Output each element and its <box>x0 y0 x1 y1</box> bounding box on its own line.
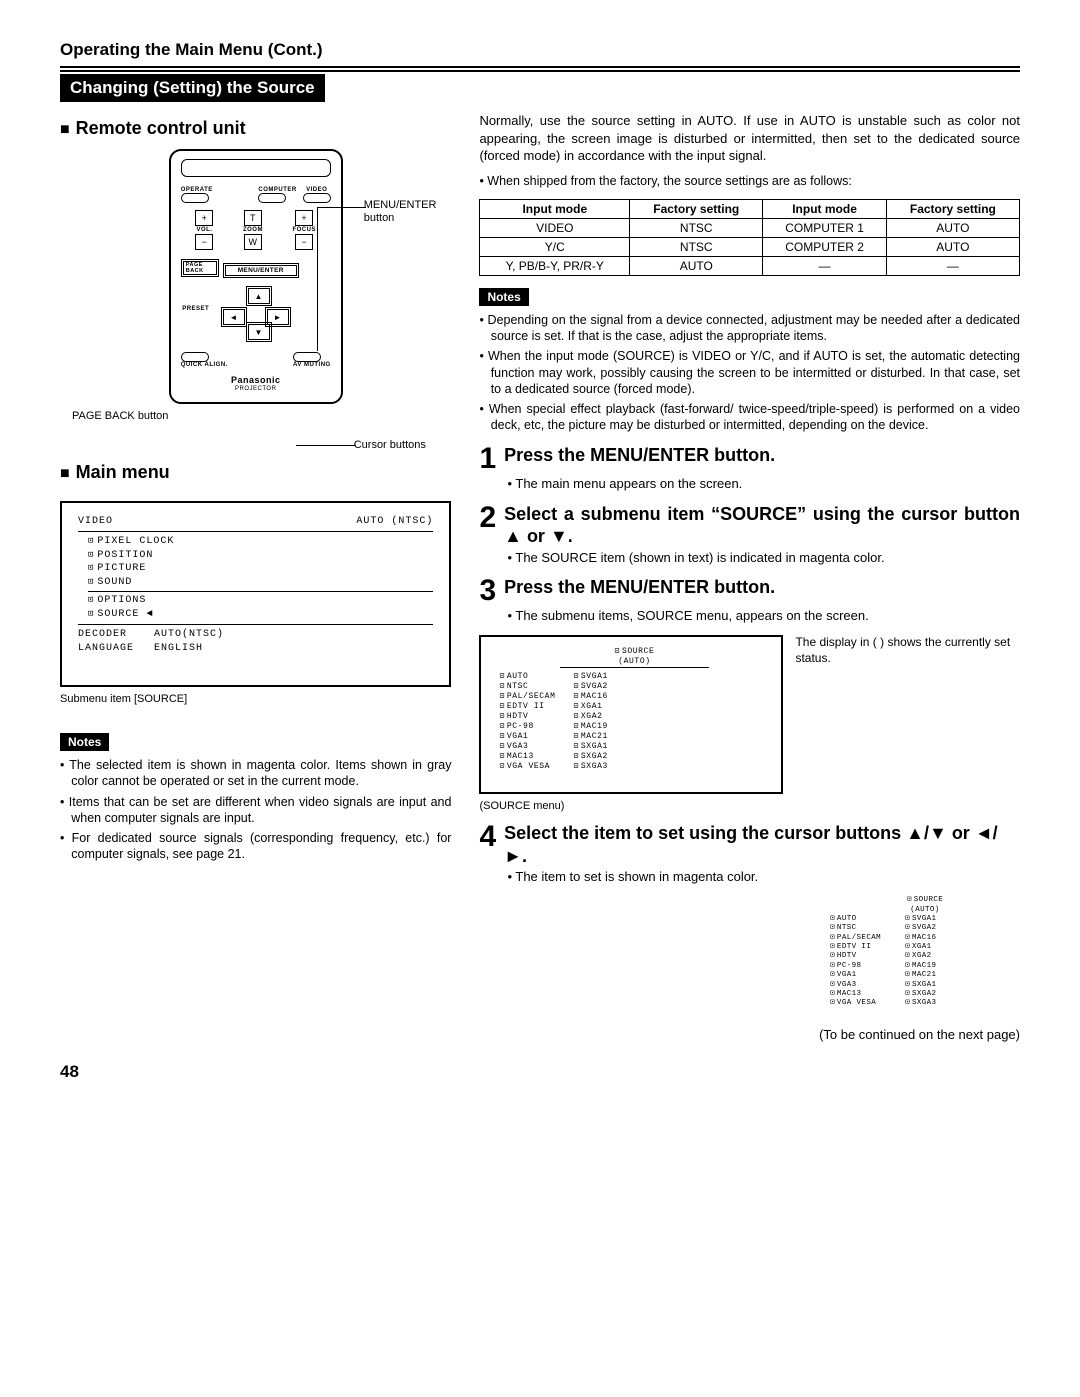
menu-enter-button: MENU/ENTER <box>223 263 299 278</box>
note-item: When special effect playback (fast-forwa… <box>479 401 1020 434</box>
label-video: VIDEO <box>303 187 331 193</box>
label-zoom: ZOOM <box>243 227 263 233</box>
remote-model: PROJECTOR <box>181 386 331 392</box>
label-computer: COMPUTER <box>258 187 296 193</box>
table-header: Factory setting <box>630 199 763 218</box>
page-number: 48 <box>60 1062 1020 1082</box>
menu-item: PICTURE <box>88 562 433 576</box>
notes-list-left: The selected item is shown in magenta co… <box>60 757 451 863</box>
menu-decoder-label: DECODER <box>78 628 134 642</box>
menu-item-source: SOURCE <box>88 608 433 622</box>
page-header: Operating the Main Menu (Cont.) <box>60 40 1020 60</box>
menu-video-label: VIDEO <box>78 515 113 529</box>
step-1: 1 Press the MENU/ENTER button. <box>479 444 1020 474</box>
label-quick-align: QUICK ALIGN. <box>181 362 228 369</box>
callout-cursor: Cursor buttons <box>354 439 454 451</box>
menu-caption: Submenu item [SOURCE] <box>60 693 451 705</box>
menu-language-label: LANGUAGE <box>78 642 134 656</box>
step-title: Press the MENU/ENTER button. <box>504 576 775 606</box>
operate-button <box>181 193 209 203</box>
remote-control-heading: Remote control unit <box>60 118 451 139</box>
step-number: 4 <box>479 822 496 867</box>
step-4: 4 Select the item to set using the curso… <box>479 822 1020 867</box>
note-item: For dedicated source signals (correspond… <box>60 830 451 863</box>
cursor-up: ▲ <box>246 286 272 306</box>
source-col-1: AUTONTSCPAL/SECAMEDTV IIHDTVPC-98VGA1VGA… <box>499 672 555 772</box>
source-col-2: SVGA1SVGA2MAC16XGA1XGA2MAC19MAC21SXGA1SX… <box>573 672 607 772</box>
header-rule <box>60 66 1020 72</box>
source-mini-screen: SOURCE (AUTO) AUTONTSCPAL/SECAMEDTV IIHD… <box>830 896 1020 1009</box>
menu-item: PIXEL CLOCK <box>88 535 433 549</box>
notes-label-right: Notes <box>479 288 528 306</box>
cursor-left: ◄ <box>221 307 247 327</box>
note-item: Depending on the signal from a device co… <box>479 312 1020 345</box>
source-caption: (SOURCE menu) <box>479 800 783 812</box>
table-row: VIDEONTSCCOMPUTER 1AUTO <box>480 218 1020 237</box>
label-operate: OPERATE <box>181 187 213 193</box>
section-title-bar: Changing (Setting) the Source <box>60 74 325 102</box>
menu-item: OPTIONS <box>88 591 433 608</box>
step-number: 1 <box>479 444 496 474</box>
table-header: Input mode <box>763 199 886 218</box>
source-menu-screen: SOURCE (AUTO) AUTONTSCPAL/SECAMEDTV IIHD… <box>479 635 783 794</box>
step-number: 2 <box>479 503 496 548</box>
main-menu-screen: VIDEO AUTO (NTSC) PIXEL CLOCK POSITION P… <box>60 501 451 688</box>
note-item: When the input mode (SOURCE) is VIDEO or… <box>479 348 1020 397</box>
zoom-w: W <box>244 234 262 250</box>
menu-item: POSITION <box>88 549 433 563</box>
step-sub: The submenu items, SOURCE menu, appears … <box>507 608 1020 625</box>
quick-align-button <box>181 352 209 362</box>
menu-item: SOUND <box>88 576 433 590</box>
table-header: Factory setting <box>886 199 1019 218</box>
av-muting-button <box>293 352 321 362</box>
callout-menu-enter: MENU/ENTER button <box>364 199 454 225</box>
intro-paragraph: Normally, use the source setting in AUTO… <box>479 112 1020 165</box>
table-row: Y/CNTSCCOMPUTER 2AUTO <box>480 237 1020 256</box>
step-title: Select a submenu item “SOURCE” using the… <box>504 503 1020 548</box>
callout-page-back: PAGE BACK button <box>72 410 451 422</box>
menu-decoder-value: AUTO(NTSC) <box>154 628 224 642</box>
note-item: Items that can be set are different when… <box>60 794 451 827</box>
table-header: Input mode <box>480 199 630 218</box>
menu-language-value: ENGLISH <box>154 642 224 656</box>
step-sub: The main menu appears on the screen. <box>507 476 1020 493</box>
continued-note: (To be continued on the next page) <box>479 1027 1020 1042</box>
step-3: 3 Press the MENU/ENTER button. <box>479 576 1020 606</box>
main-menu-heading: Main menu <box>60 462 451 483</box>
label-vol: VOL. <box>195 227 213 233</box>
zoom-t: T <box>244 210 262 226</box>
label-preset: PRESET <box>181 306 211 312</box>
menu-auto-ntsc: AUTO (NTSC) <box>356 515 433 529</box>
focus-up: + <box>295 210 313 226</box>
vol-down: − <box>195 234 213 250</box>
source-side-note: The display in ( ) shows the currently s… <box>795 635 1020 666</box>
notes-label-left: Notes <box>60 733 109 751</box>
video-button <box>303 193 331 203</box>
notes-list-right: Depending on the signal from a device co… <box>479 312 1020 434</box>
step-title: Select the item to set using the cursor … <box>504 822 1020 867</box>
step-title: Press the MENU/ENTER button. <box>504 444 775 474</box>
remote-diagram: MENU/ENTER button Cursor buttons OPERATE… <box>126 149 386 404</box>
step-2: 2 Select a submenu item “SOURCE” using t… <box>479 503 1020 548</box>
table-row: Y, PB/B-Y, PR/R-YAUTO—— <box>480 256 1020 275</box>
cursor-right: ► <box>265 307 291 327</box>
step-sub: The item to set is shown in magenta colo… <box>507 869 1020 886</box>
vol-up: + <box>195 210 213 226</box>
focus-down: − <box>295 234 313 250</box>
source-title: SOURCE <box>560 647 709 657</box>
computer-button <box>258 193 286 203</box>
label-av-muting: AV MUTING <box>293 362 331 369</box>
source-auto: (AUTO) <box>560 657 709 667</box>
factory-settings-table: Input mode Factory setting Input mode Fa… <box>479 199 1020 276</box>
note-item: The selected item is shown in magenta co… <box>60 757 451 790</box>
shipped-note: When shipped from the factory, the sourc… <box>479 173 1020 189</box>
label-focus: FOCUS <box>292 227 316 233</box>
step-sub: The SOURCE item (shown in text) is indic… <box>507 550 1020 567</box>
step-number: 3 <box>479 576 496 606</box>
remote-brand: Panasonic <box>181 375 331 385</box>
cursor-pad: ▲ ▼ ◄ ► <box>221 286 291 342</box>
page-back-button: PAGE BACK <box>181 259 219 277</box>
